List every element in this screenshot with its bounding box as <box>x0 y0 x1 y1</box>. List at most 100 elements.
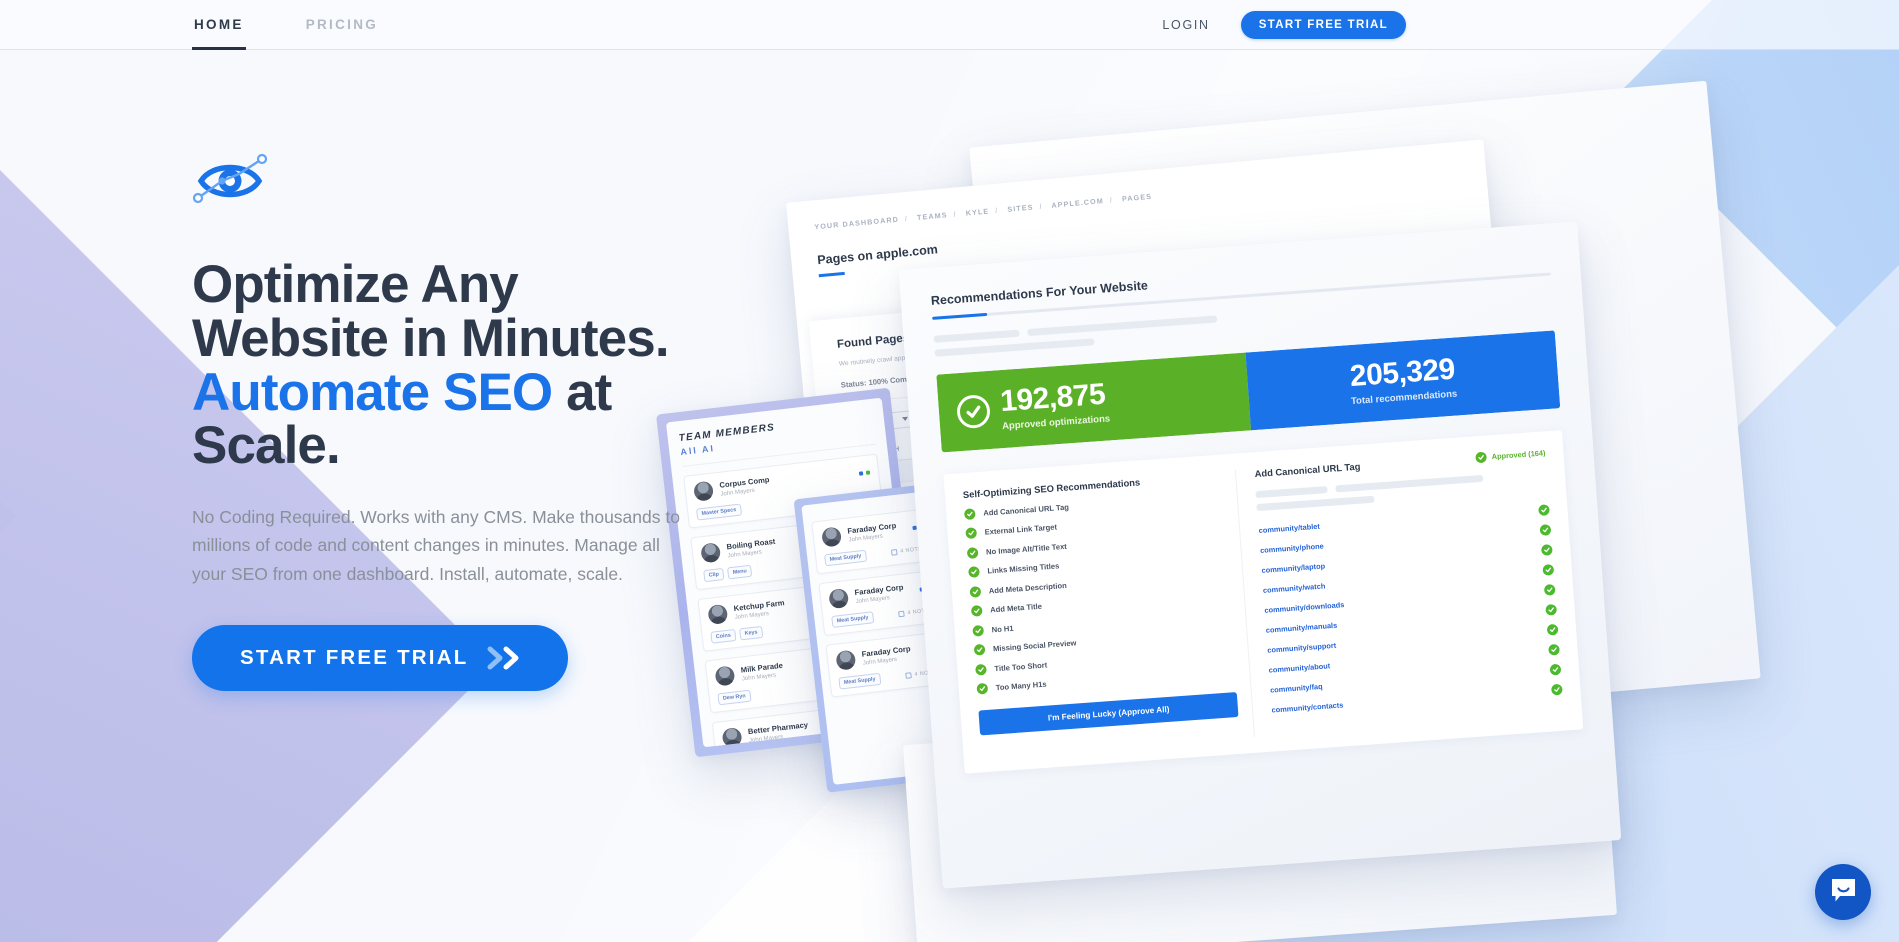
hero-subhead: No Coding Required. Works with any CMS. … <box>192 507 680 584</box>
nav-item-home[interactable]: HOME <box>192 0 246 50</box>
approved-value: 192,875 <box>999 377 1107 418</box>
chevron-down-icon <box>901 416 909 422</box>
url-link[interactable]: community/laptop <box>1261 561 1325 575</box>
approve-all-button[interactable]: I'm Feeling Lucky (Approve All) <box>978 691 1239 736</box>
breadcrumb-item-4[interactable]: APPLE.COM <box>1051 196 1104 210</box>
chat-bubble-icon <box>1830 877 1857 907</box>
check-circle-icon <box>1475 451 1488 464</box>
check-circle-icon <box>969 585 982 598</box>
check-circle-icon <box>955 393 992 429</box>
recommendations-panels: Self-Optimizing SEO Recommendations Add … <box>943 430 1584 774</box>
primary-nav: HOME PRICING <box>192 0 438 50</box>
check-circle-icon <box>970 605 983 617</box>
breadcrumb-item-5[interactable]: PAGES <box>1122 192 1153 204</box>
recommendation-label: No Image Alt/Title Text <box>985 541 1068 557</box>
approved-badge: Approved (164) <box>1475 447 1546 464</box>
check-circle-icon <box>1549 663 1562 676</box>
url-link[interactable]: community/tablet <box>1258 522 1320 535</box>
url-link[interactable]: community/about <box>1268 661 1330 674</box>
login-link[interactable]: LOGIN <box>1162 18 1209 32</box>
progress-fill <box>932 312 988 320</box>
recommendation-label: Add Meta Description <box>988 580 1068 595</box>
check-circle-icon <box>1540 544 1553 556</box>
url-link[interactable]: community/watch <box>1263 581 1326 594</box>
status-badge[interactable]: Meat Supply <box>824 549 867 567</box>
status-badge[interactable]: Dew Ryn <box>717 689 752 706</box>
page-title: Optimize Any Website in Minutes. Automat… <box>192 258 712 473</box>
url-link[interactable]: community/manuals <box>1266 621 1338 635</box>
recommendation-label: Missing Social Preview <box>992 638 1077 654</box>
check-circle-icon <box>1548 643 1560 656</box>
recommendation-label: No H1 <box>991 623 1014 634</box>
check-circle-icon <box>1543 583 1556 596</box>
approved-badge-label: Approved (164) <box>1491 448 1546 462</box>
check-circle-icon <box>965 527 978 539</box>
member-row: Faraday Corp John Mayers <box>835 640 939 671</box>
recommendation-label: External Link Target <box>984 522 1058 537</box>
url-link[interactable]: community/contacts <box>1271 700 1343 714</box>
note-icon <box>898 610 905 618</box>
breadcrumb-item-2[interactable]: KYLE <box>965 207 989 218</box>
check-circle-icon <box>966 546 979 559</box>
headline-line-1: Optimize Any <box>192 255 519 314</box>
canonical-url-panel: Add Canonical URL Tag Approved (164) com <box>1236 447 1564 736</box>
placeholder-bar <box>933 329 1020 343</box>
member-footer: Meat Supply 4 NOTES <box>824 543 927 567</box>
placeholder-bar <box>1256 495 1376 512</box>
nav-item-home-label: HOME <box>194 17 244 32</box>
nav-item-pricing[interactable]: PRICING <box>304 0 380 50</box>
eye-analytics-icon <box>192 150 270 208</box>
check-circle-icon <box>1545 603 1558 616</box>
approved-optimizations-stat: 192,875 Approved optimizations <box>936 352 1252 453</box>
total-value: 205,329 <box>1348 352 1456 393</box>
check-circle-icon <box>1551 683 1563 696</box>
approved-stat-text: 192,875 Approved optimizations <box>999 377 1110 431</box>
product-mockup: YOUR DASHBOARD / TEAMS / KYLE / SITES / APPL… <box>655 80 1899 942</box>
headline-line-2: Website in Minutes. <box>192 308 670 368</box>
check-circle-icon <box>968 566 980 578</box>
member-info: Faraday Corp John Mayers <box>847 521 898 543</box>
check-circle-icon <box>1538 504 1550 516</box>
member-footer: Meat Supply 4 NOTES <box>831 604 934 628</box>
check-circle-icon <box>963 507 976 520</box>
avatar <box>821 526 843 548</box>
member-info: Faraday Corp John Mayers <box>861 644 912 666</box>
check-circle-icon <box>1542 564 1555 576</box>
status-dots <box>858 469 871 476</box>
recommendation-label: Add Meta Title <box>989 601 1043 615</box>
url-link[interactable]: community/support <box>1267 641 1336 655</box>
nav-item-pricing-label: PRICING <box>305 17 379 32</box>
recommendations-card: Recommendations For Your Website 192,875… <box>898 221 1622 889</box>
hero-start-free-trial-button[interactable]: START FREE TRIAL <box>192 625 569 692</box>
recommendation-label: Too Many H1s <box>995 679 1047 693</box>
headline-accent: Automate SEO <box>192 362 553 422</box>
recommendation-label: Title Too Short <box>994 660 1048 673</box>
breadcrumb-item-1[interactable]: TEAMS <box>917 210 948 222</box>
recommendation-label: Links Missing Titles <box>987 561 1060 576</box>
breadcrumb: YOUR DASHBOARD / TEAMS / KYLE / SITES / APPL… <box>813 191 1153 232</box>
status-badge[interactable]: Meat Supply <box>831 611 875 628</box>
status-badge[interactable]: Meat Supply <box>838 672 882 690</box>
placeholder-bar <box>1255 485 1329 499</box>
placeholder-bar <box>934 338 1095 357</box>
check-circle-icon <box>1546 623 1559 636</box>
breadcrumb-item-0[interactable]: YOUR DASHBOARD <box>814 215 899 232</box>
avatar <box>721 727 743 748</box>
header-actions: LOGIN START FREE TRIAL <box>1162 10 1406 39</box>
member-info: Better Pharmacy John Mayers <box>748 721 810 744</box>
note-icon <box>905 672 912 679</box>
url-link[interactable]: community/downloads <box>1264 600 1345 615</box>
member-info: Faraday Corp John Mayers <box>854 583 905 605</box>
url-link[interactable]: community/phone <box>1260 541 1324 555</box>
check-circle-icon <box>973 643 986 656</box>
check-circle-icon <box>1539 524 1552 536</box>
member-row: Faraday Corp John Mayers <box>828 578 932 610</box>
title-underline <box>818 271 845 278</box>
header-start-free-trial-button[interactable]: START FREE TRIAL <box>1240 10 1406 39</box>
site-header: HOME PRICING LOGIN START FREE TRIAL <box>0 0 1899 50</box>
landing-page: HOME PRICING LOGIN START FREE TRIAL Opti… <box>0 0 1899 942</box>
breadcrumb-item-3[interactable]: SITES <box>1007 202 1034 213</box>
url-link[interactable]: community/faq <box>1270 682 1323 695</box>
chat-launcher-button[interactable] <box>1815 864 1871 920</box>
headline-line-4: Scale. <box>192 416 341 476</box>
